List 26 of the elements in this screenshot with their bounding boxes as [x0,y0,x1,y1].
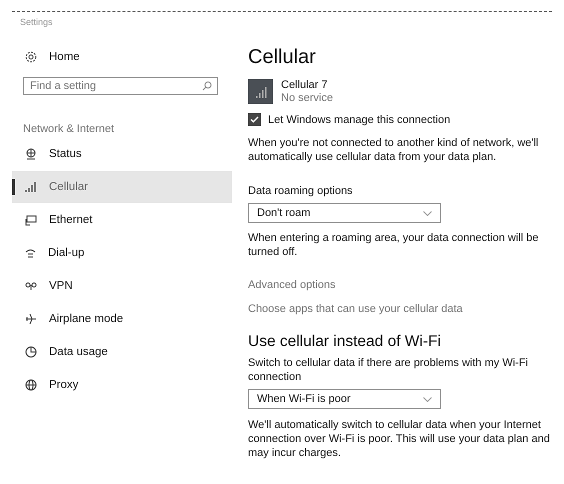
connection-name: Cellular 7 [281,79,328,92]
description-text: When you're not connected to another kind of network, we'll automatically use cellular data from your data plan. [248,136,540,164]
nav-item[interactable]: Airplane mode [12,303,232,335]
settings-link[interactable]: Choose apps that can use your cellular data [248,303,463,315]
description-text: When entering a roaming area, your data connection will be turned off. [248,231,540,259]
connection-status: No service [281,92,333,105]
nav-item[interactable]: Ethernet [12,204,232,236]
description-text: We'll automatically switch to cellular data when your Internet connection over Wi-Fi is poor. This will use your data plan and may incur charges. [248,418,551,460]
nav-item[interactable]: Dial-up [12,237,232,269]
section-heading: Network & Internet [23,123,116,137]
window-title: Settings [20,17,54,27]
page-title: Cellular [248,46,316,69]
checkbox-label: Let Windows manage this connection [268,114,450,126]
nav-item[interactable]: Cellular [12,171,232,203]
nav-item[interactable]: Status [12,138,232,170]
nav-item[interactable]: Data usage [12,336,232,368]
search-field[interactable]: Find a setting [23,77,218,95]
section-heading: Use cellular instead of Wi-Fi [248,333,441,351]
roaming-dropdown[interactable]: Don't roam [248,203,441,223]
field-label: Switch to cellular data if there are problems with my Wi-Fi connection [248,356,529,384]
nav-item[interactable]: VPN [12,270,232,302]
home-link[interactable]: Home [49,51,80,63]
wifi-dropdown[interactable]: When Wi-Fi is poor [248,389,441,409]
field-label: Data roaming options [248,184,354,198]
settings-link[interactable]: Advanced options [248,279,336,291]
nav-item[interactable]: Proxy [12,369,232,401]
